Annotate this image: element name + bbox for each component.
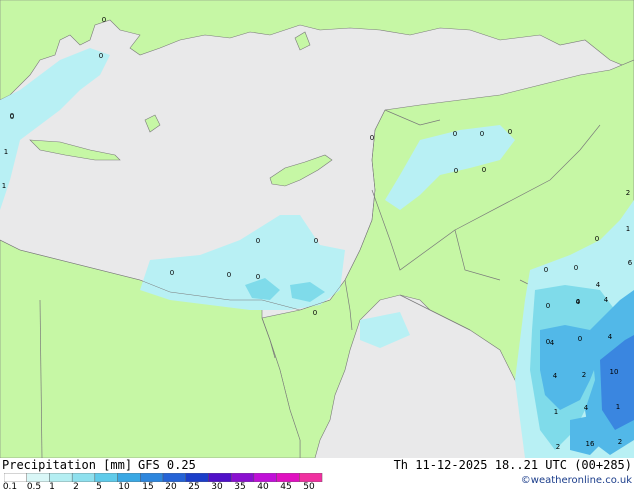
- legend-tick: 45: [280, 482, 292, 492]
- precip-value-label: 0: [544, 266, 548, 274]
- precip-value-label: 4: [584, 404, 589, 412]
- legend-tick: 25: [188, 482, 200, 492]
- precip-value-label: 0: [256, 273, 260, 281]
- legend-tick: 15: [142, 482, 154, 492]
- legend-swatch: [4, 473, 27, 482]
- precip-value-label: 0: [480, 130, 484, 138]
- legend-tick: 5: [96, 482, 102, 492]
- legend-swatch: [299, 473, 323, 482]
- legend-swatch: [94, 473, 118, 482]
- precip-value-label: 4: [553, 372, 558, 380]
- precip-value-label: 1: [4, 148, 8, 156]
- precip-value-label: 10: [610, 368, 619, 376]
- precip-value-label: 1: [554, 408, 558, 416]
- precip-value-label: 0: [102, 16, 106, 24]
- map-canvas: 00010 0 0 00 00 00 0 000 00004 42140 444 2 101 4 116 22…: [0, 0, 634, 458]
- legend-tick: 10: [118, 482, 130, 492]
- precip-value-label: 4: [576, 298, 581, 306]
- legend-swatch: [185, 473, 209, 482]
- precip-value-label: 1: [2, 182, 6, 190]
- precip-value-label: 0: [508, 128, 512, 136]
- precip-value-label: 2: [582, 371, 586, 379]
- legend-tick: 2: [73, 482, 79, 492]
- legend-tick: 50: [303, 482, 315, 492]
- map-title: Precipitation [mm]: [2, 458, 133, 472]
- precip-value-label: 1: [616, 403, 620, 411]
- precip-value-label: 0: [578, 335, 582, 343]
- legend-tick: 30: [211, 482, 223, 492]
- map-footer: Precipitation [mm] GFS 0.25 Th 11-12-202…: [0, 458, 634, 492]
- precip-value-label: 0: [99, 52, 103, 60]
- legend-ticks: 0.1 0.5 1 2 5 10 15 20 25 30 35 40 45 50: [0, 482, 330, 492]
- legend-swatch: [230, 473, 255, 482]
- legend-swatch: [253, 473, 277, 482]
- legend-swatch: [162, 473, 186, 482]
- precipitation-map: 0 0 0 1 0 0 0 0 0 0 0 0 0 0 0 0 0 0 0 0 0 4 4 2 1 4 0 4 4 4 2 10 1 4 1 16 2 2…: [0, 0, 634, 458]
- legend-swatch: [208, 473, 232, 482]
- legend-tick: 0.5: [26, 482, 42, 492]
- legend-tick: 35: [234, 482, 246, 492]
- precip-value-label: 0: [314, 237, 318, 245]
- precip-value-label: 0: [170, 269, 174, 277]
- legend-swatch: [117, 473, 141, 482]
- precip-value-label: 16: [586, 440, 595, 448]
- precip-value-label: 0: [370, 134, 374, 142]
- legend-swatch: [140, 473, 164, 482]
- precip-value-label: 0: [256, 237, 260, 245]
- valid-time: Th 11-12-2025 18..21 UTC (00+285): [393, 458, 632, 472]
- precip-value-label: 0: [482, 166, 486, 174]
- precip-value-label: 4: [596, 281, 601, 289]
- precip-value-label: 1: [626, 225, 630, 233]
- legend-tick: 1: [49, 482, 55, 492]
- precip-value-label: 0: [595, 235, 599, 243]
- precip-value-label: 4: [550, 339, 555, 347]
- legend-swatch: [276, 473, 300, 482]
- precip-value-label: 0: [453, 130, 457, 138]
- precip-value-label: 2: [618, 438, 622, 446]
- legend-tick: 20: [165, 482, 177, 492]
- precip-value-label: 0: [313, 309, 317, 317]
- precip-value-label: 4: [604, 296, 609, 304]
- precip-value-label: 0: [546, 302, 550, 310]
- credit-link[interactable]: ©weatheronline.co.uk: [521, 475, 632, 486]
- legend-swatch: [49, 473, 73, 482]
- legend-tick: 0.1: [2, 482, 18, 492]
- legend-color-bar: [4, 473, 323, 482]
- model-name: GFS 0.25: [138, 458, 196, 472]
- precip-value-label: 4: [608, 333, 613, 341]
- legend-swatch: [26, 473, 50, 482]
- precip-value-label: 6: [628, 259, 633, 267]
- precip-value-label: 2: [556, 443, 560, 451]
- legend-tick: 40: [257, 482, 269, 492]
- precip-value-label: 0: [227, 271, 231, 279]
- precip-value-label: 0: [454, 167, 458, 175]
- legend-swatch: [71, 473, 96, 482]
- precip-value-label: 2: [626, 189, 630, 197]
- precip-value-label: 0: [10, 112, 14, 120]
- precip-value-label: 0: [574, 264, 578, 272]
